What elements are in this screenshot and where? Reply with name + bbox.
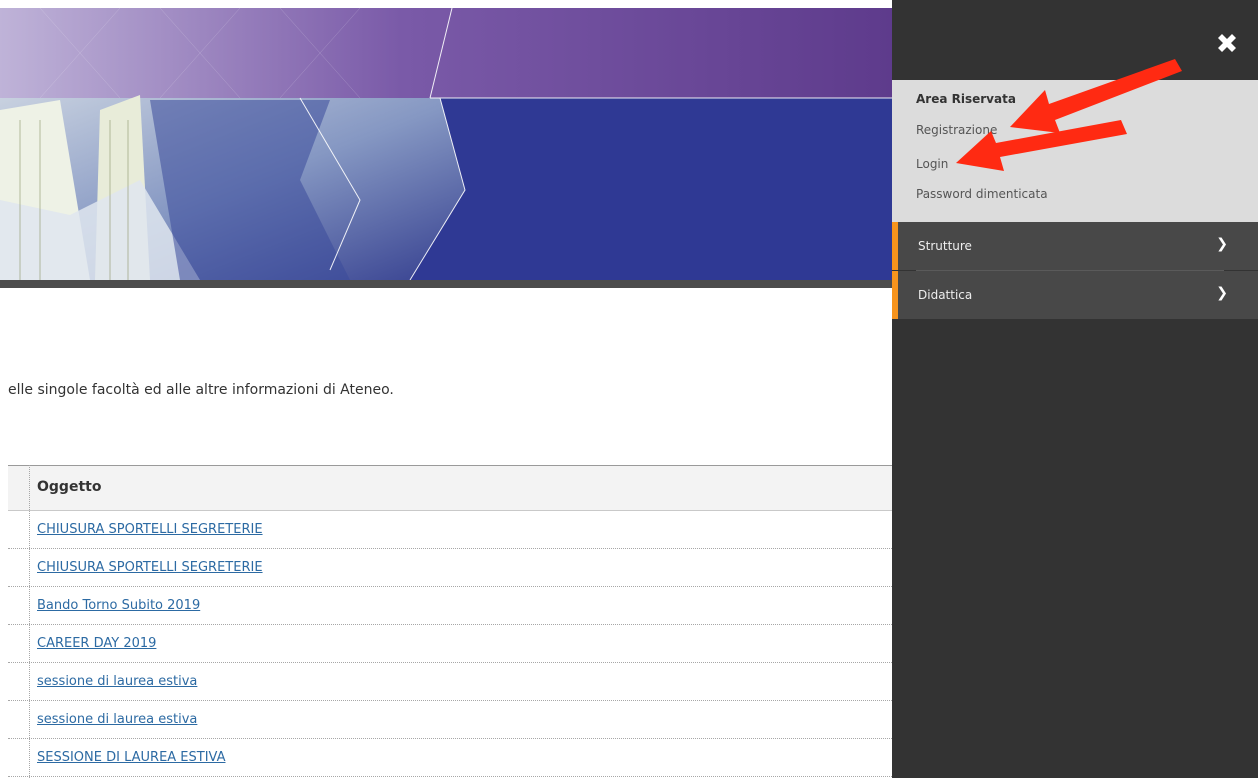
table-row: Bando Torno Subito 2019 (8, 587, 892, 625)
chevron-right-icon: ❯ (1216, 236, 1228, 252)
menu-item-didattica[interactable]: Didattica ❯ (892, 271, 1258, 319)
column-header-oggetto: Oggetto (37, 479, 102, 495)
table-row: sessione di laurea estiva (8, 663, 892, 701)
news-link[interactable]: sessione di laurea estiva (37, 674, 197, 689)
banner-image (0, 0, 892, 288)
menu-item-label: Didattica (918, 288, 973, 302)
menu-item-label: Strutture (918, 239, 972, 253)
table-row: SESSIONE DI LAUREA ESTIVA (8, 739, 892, 777)
forgot-password-link[interactable]: Password dimenticata (916, 187, 1048, 201)
table-row: CAREER DAY 2019 (8, 625, 892, 663)
reserved-area-panel: Area Riservata Registrazione Login Passw… (892, 80, 1258, 222)
column-divider (29, 465, 30, 778)
intro-text: elle singole facoltà ed alle altre infor… (8, 382, 394, 398)
table-header: Oggetto (8, 466, 892, 511)
chevron-right-icon: ❯ (1216, 285, 1228, 301)
header-banner (0, 0, 892, 288)
table-row: CHIUSURA SPORTELLI SEGRETERIE (8, 549, 892, 587)
login-link[interactable]: Login (916, 157, 948, 171)
news-link[interactable]: SESSIONE DI LAUREA ESTIVA (37, 750, 226, 765)
table-row: sessione di laurea estiva (8, 701, 892, 739)
close-icon[interactable] (1212, 28, 1242, 58)
news-link[interactable]: Bando Torno Subito 2019 (37, 598, 200, 613)
news-link[interactable]: sessione di laurea estiva (37, 712, 197, 727)
news-link[interactable]: CAREER DAY 2019 (37, 636, 156, 651)
news-link[interactable]: CHIUSURA SPORTELLI SEGRETERIE (37, 560, 263, 575)
side-menu: Area Riservata Registrazione Login Passw… (892, 0, 1258, 778)
registration-link[interactable]: Registrazione (916, 123, 997, 137)
news-link[interactable]: CHIUSURA SPORTELLI SEGRETERIE (37, 522, 263, 537)
table-row: CHIUSURA SPORTELLI SEGRETERIE (8, 511, 892, 549)
reserved-area-title: Area Riservata (916, 92, 1016, 106)
menu-item-strutture[interactable]: Strutture ❯ (892, 222, 1258, 270)
news-table: Oggetto CHIUSURA SPORTELLI SEGRETERIE CH… (8, 465, 892, 777)
